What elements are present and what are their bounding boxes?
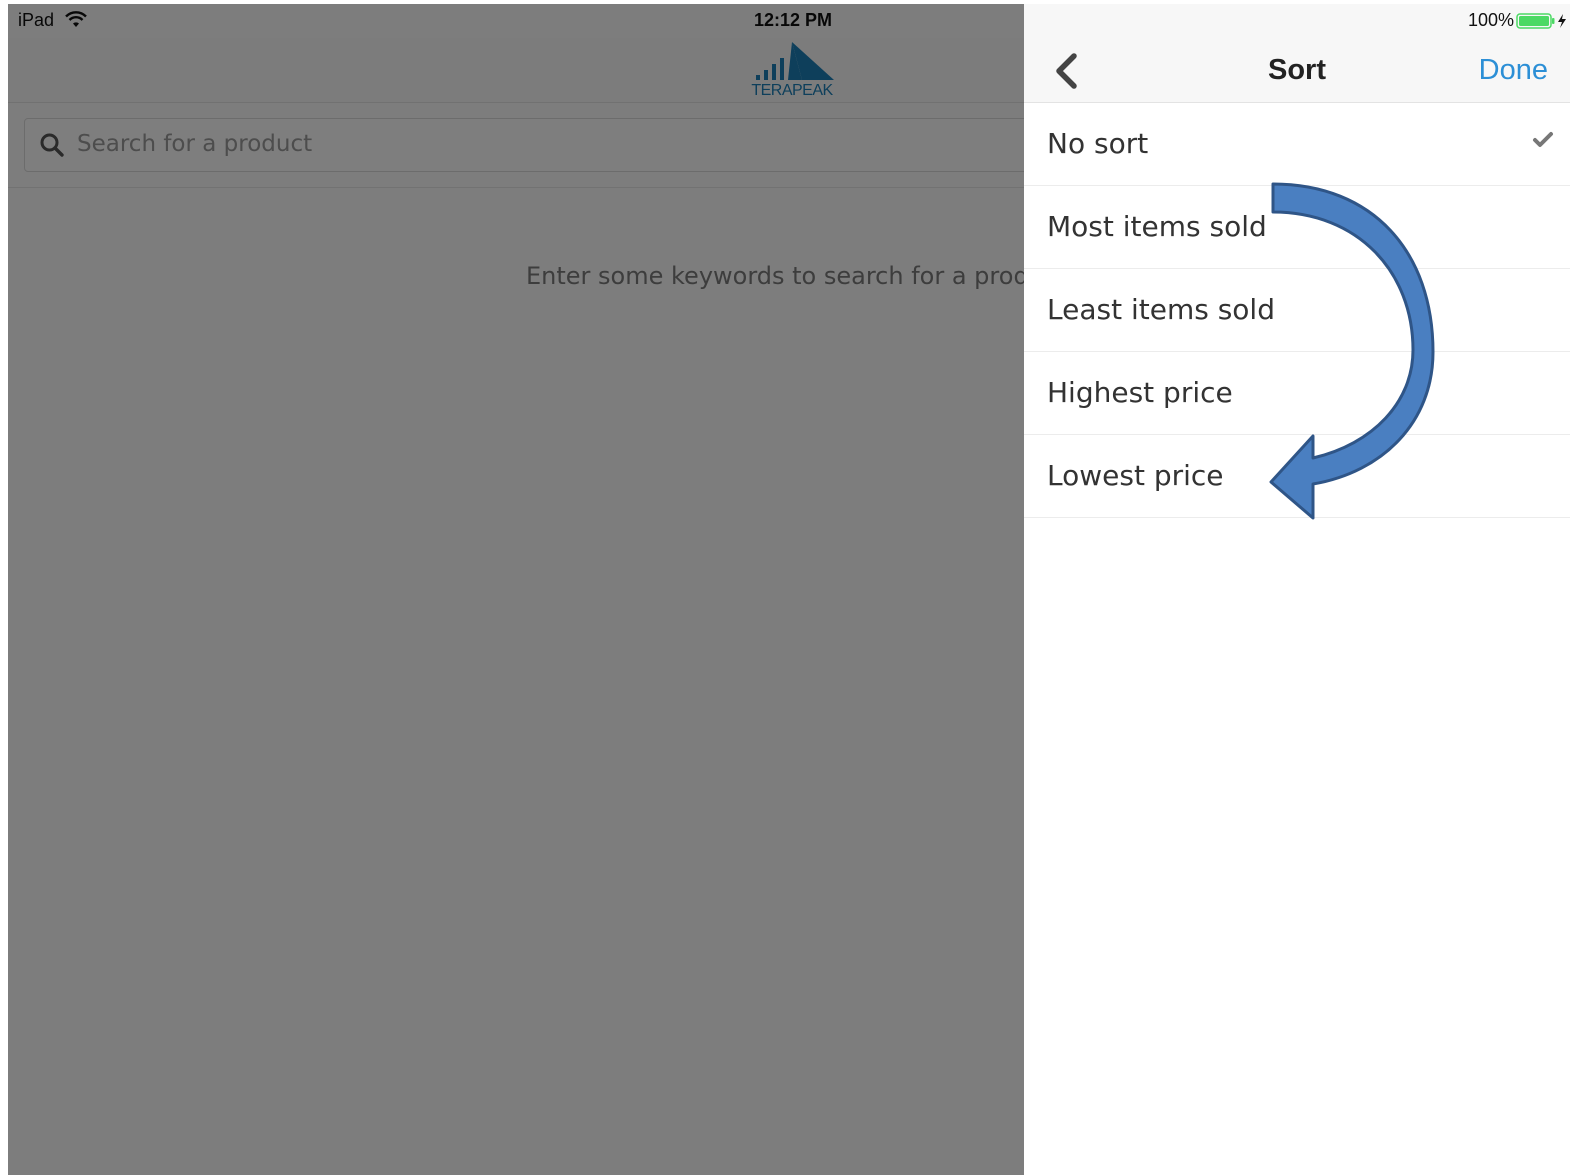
battery-charging-icon: [1516, 13, 1568, 33]
sort-option-lowest-price[interactable]: Lowest price: [1024, 435, 1570, 518]
ipad-screen: iPad 12:12 PM TERAP: [8, 4, 1570, 1175]
sort-options-list: No sort Most items sold Least items sold…: [1024, 103, 1570, 518]
panel-status-bar: 100%: [1024, 4, 1570, 38]
sort-panel-header: Sort Done: [1024, 38, 1570, 103]
status-battery-percent: 100%: [1467, 10, 1514, 30]
done-button[interactable]: Done: [1479, 54, 1548, 87]
sort-option-most-items-sold[interactable]: Most items sold: [1024, 186, 1570, 269]
sort-panel: 100% Sort Done No sort Most items sold L…: [1024, 4, 1570, 1175]
sort-option-highest-price[interactable]: Highest price: [1024, 352, 1570, 435]
sort-option-label: Lowest price: [1047, 459, 1224, 492]
sort-option-label: Least items sold: [1047, 293, 1275, 326]
sort-option-label: No sort: [1047, 127, 1149, 160]
checkmark-icon: [1532, 131, 1554, 153]
sort-option-label: Highest price: [1047, 376, 1233, 409]
back-button[interactable]: [1050, 52, 1084, 90]
sort-option-no-sort[interactable]: No sort: [1024, 103, 1570, 186]
sort-option-label: Most items sold: [1047, 210, 1267, 243]
chevron-left-icon: [1056, 53, 1077, 89]
sort-option-least-items-sold[interactable]: Least items sold: [1024, 269, 1570, 352]
